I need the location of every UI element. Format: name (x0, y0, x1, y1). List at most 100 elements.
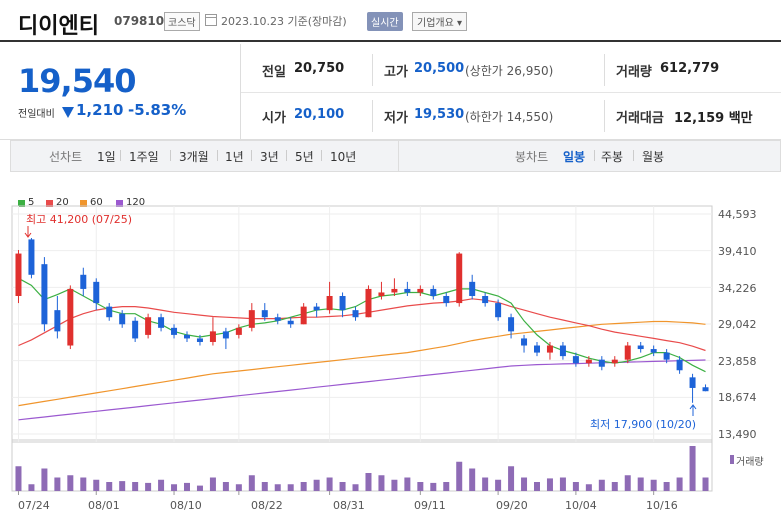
candle-body (456, 253, 463, 304)
volume-bar (54, 477, 61, 491)
volume-bar (326, 477, 333, 491)
volume-bar (689, 446, 696, 491)
x-tick-label: 08/22 (251, 499, 283, 512)
candle-body (300, 306, 307, 325)
volume-bar (119, 481, 126, 491)
volume-bar (611, 482, 618, 491)
volume-bar (521, 477, 528, 491)
candle-body (132, 320, 139, 339)
low-annotation: 최저 17,900 (10/20) (590, 418, 697, 431)
candle-body (313, 306, 320, 311)
candle-body (41, 264, 48, 325)
volume-bar (365, 473, 372, 491)
candle-body (28, 239, 35, 275)
volume-bar (274, 484, 281, 491)
y-tick-label: 34,226 (718, 282, 757, 295)
candle-body (482, 296, 489, 304)
volume-bar (650, 479, 657, 491)
candle-body (650, 349, 657, 353)
candle-body (495, 303, 502, 318)
x-tick-label: 10/16 (646, 499, 678, 512)
volume-bar (456, 461, 463, 491)
candle-body (443, 296, 450, 304)
candle-body (326, 296, 333, 311)
candle-body (222, 331, 229, 339)
volume-frame (11, 439, 713, 492)
candle-body (430, 288, 437, 297)
candle-body (67, 288, 74, 346)
volume-bar (559, 477, 566, 491)
volume-bar (598, 479, 605, 491)
volume-bar (145, 482, 152, 491)
candle-body (145, 317, 152, 335)
candle-body (676, 359, 683, 371)
volume-bar (352, 484, 359, 491)
candle-body (546, 345, 553, 353)
x-tick-label: 09/11 (414, 499, 446, 512)
candle-body (93, 281, 100, 304)
candlestick-chart[interactable] (0, 0, 781, 526)
candle-body (598, 359, 605, 367)
candle-body (534, 345, 540, 353)
candle-body (235, 327, 242, 335)
volume-bar (482, 477, 489, 491)
volume-bar (378, 475, 385, 491)
y-tick-label: 29,042 (718, 318, 757, 331)
y-tick-label: 18,674 (718, 391, 757, 404)
x-tick-label: 08/01 (88, 499, 120, 512)
volume-bar (495, 479, 502, 491)
volume-bar (67, 475, 74, 491)
volume-bar (676, 477, 683, 491)
candle-body (171, 327, 178, 335)
volume-bar (300, 482, 307, 491)
volume-bar (313, 479, 320, 491)
candle-body (106, 306, 113, 318)
volume-bar (663, 482, 670, 491)
volume-bar (15, 466, 22, 491)
y-tick-label: 44,593 (718, 208, 757, 221)
candle-body (521, 338, 528, 346)
volume-bar (248, 475, 255, 491)
volume-bar (235, 484, 242, 491)
candle-body (585, 359, 592, 364)
x-tick-label: 10/04 (565, 499, 597, 512)
x-tick-label: 08/10 (170, 499, 202, 512)
volume-bar (171, 484, 178, 491)
volume-bar (404, 477, 411, 491)
x-tick-label: 07/24 (18, 499, 50, 512)
volume-bar (508, 466, 515, 491)
candle-body (352, 310, 359, 318)
y-tick-label: 13,490 (718, 428, 757, 441)
volume-bar (158, 479, 165, 491)
volume-bar (196, 485, 203, 491)
candle-body (559, 345, 566, 357)
candle-body (339, 296, 346, 311)
volume-bar (585, 484, 592, 491)
candle-body (469, 281, 476, 297)
candle-body (508, 317, 515, 332)
candle-body (158, 317, 165, 328)
x-tick-label: 09/20 (496, 499, 528, 512)
candle-body (572, 356, 579, 364)
volume-bar (443, 482, 450, 491)
candle-body (365, 288, 372, 318)
candle-body (624, 345, 631, 360)
candle-body (80, 274, 87, 289)
candle-body (611, 359, 618, 364)
candle-body (54, 310, 61, 332)
candle-body (391, 288, 398, 293)
high-annotation: 최고 41,200 (07/25) (26, 213, 133, 226)
volume-bar (572, 482, 579, 491)
candle-body (689, 377, 696, 388)
candle-body (196, 338, 203, 342)
candle-body (378, 292, 385, 297)
volume-bar (430, 482, 437, 491)
volume-bar (702, 477, 709, 491)
candle-body (702, 387, 709, 392)
candle-body (417, 288, 424, 293)
volume-bar (261, 482, 268, 491)
candle-body (663, 352, 670, 360)
volume-bar (546, 478, 553, 491)
volume-bar (28, 484, 35, 491)
volume-bar (132, 482, 139, 491)
